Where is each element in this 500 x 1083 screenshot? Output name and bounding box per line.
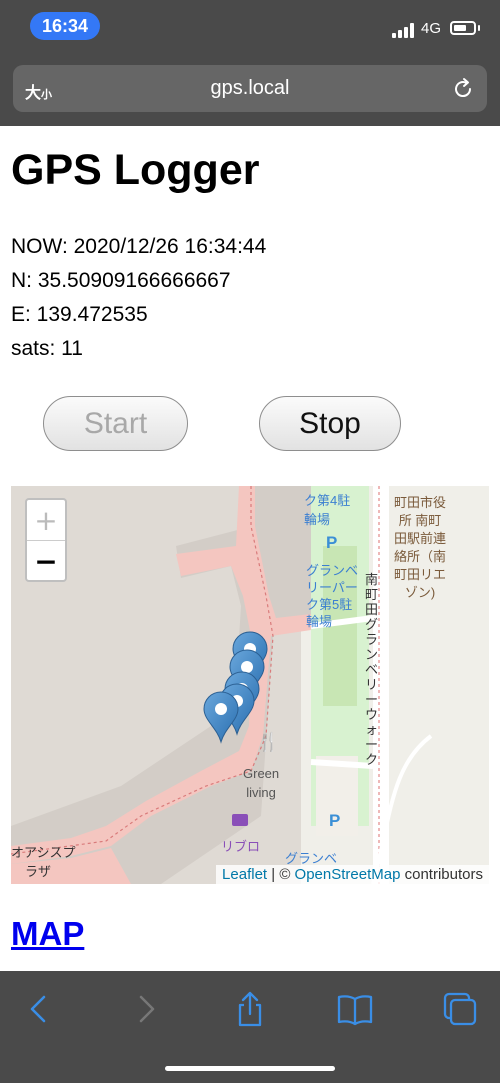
stop-button[interactable]: Stop <box>259 396 401 451</box>
reload-icon[interactable] <box>451 77 475 101</box>
status-time: 16:34 <box>30 12 100 40</box>
map-label: Green <box>243 766 280 781</box>
map-label: 輪場 <box>306 614 333 629</box>
map[interactable]: P P 🍴 ク第4駐 輪場 グランベ リーパー ク第5駐 輪場 町田市役 所 南… <box>11 486 489 884</box>
battery-icon <box>450 21 476 35</box>
url-text[interactable]: gps.local <box>13 77 487 100</box>
svg-text:P: P <box>329 811 340 830</box>
start-button[interactable]: Start <box>43 396 188 451</box>
svg-text:🍴: 🍴 <box>257 731 279 753</box>
latitude: N: 35.50909166666667 <box>11 269 231 292</box>
map-label: living <box>246 785 276 800</box>
map-label-plaza: オアシスプ ラザ <box>11 843 75 881</box>
map-label: ラザ <box>25 864 52 879</box>
map-label-bike4: ク第4駐 輪場 <box>304 491 350 529</box>
map-label: 田駅前連 <box>394 531 447 546</box>
map-attribution: Leaflet | © OpenStreetMap contributors <box>216 865 489 884</box>
tabs-icon[interactable] <box>440 989 480 1029</box>
map-label: オアシスプ <box>11 845 76 860</box>
map-label-libro: リブロ <box>221 839 261 854</box>
share-icon[interactable] <box>230 989 270 1029</box>
map-link[interactable]: MAP <box>11 915 84 953</box>
address-bar[interactable]: 大小 gps.local <box>13 65 487 112</box>
map-label: ク第5駐 <box>306 597 353 612</box>
map-label: ゾン) <box>404 585 436 600</box>
svg-text:P: P <box>326 533 337 552</box>
forward-icon[interactable] <box>126 989 166 1029</box>
now-timestamp: NOW: 2020/12/26 16:34:44 <box>11 235 267 258</box>
map-label-street: 南町田グランベリーウォーク <box>365 572 379 767</box>
map-label: 絡所（南 <box>394 549 447 564</box>
zoom-control: + − <box>25 498 67 582</box>
back-icon[interactable] <box>19 989 59 1029</box>
map-label-city-office: 町田市役 所 南町 田駅前連 絡所（南 町田リエ ゾン) <box>394 494 446 602</box>
network-type: 4G <box>421 20 442 37</box>
map-label: 所 南町 <box>398 513 442 528</box>
leaflet-link[interactable]: Leaflet <box>222 866 267 883</box>
zoom-out-button[interactable]: − <box>27 541 65 581</box>
osm-link[interactable]: OpenStreetMap <box>295 866 401 883</box>
map-label: 町田リエ <box>394 567 447 582</box>
longitude: E: 139.472535 <box>11 303 148 326</box>
battery-tip <box>478 25 480 31</box>
browser-chrome-top: 16:34 4G 大小 gps.local <box>0 0 500 126</box>
map-label: 輪場 <box>304 512 331 527</box>
signal-icon <box>392 22 416 38</box>
map-label: リーパー <box>306 580 358 595</box>
attribution-suffix: contributors <box>400 866 483 883</box>
map-label: ク第4駐 <box>304 493 351 508</box>
map-label-green-living: Green living <box>243 764 279 802</box>
attribution-separator: | © <box>267 866 295 883</box>
map-label: 町田市役 <box>394 495 447 510</box>
map-label: グランベ <box>306 563 359 578</box>
map-label-granbe-parking: グランベ リーパー ク第5駐 輪場 <box>306 562 358 630</box>
zoom-in-button[interactable]: + <box>27 500 65 541</box>
satellites: sats: 11 <box>11 337 83 360</box>
bookmarks-icon[interactable] <box>335 989 375 1029</box>
page-title: GPS Logger <box>11 146 260 194</box>
home-indicator <box>165 1066 335 1071</box>
